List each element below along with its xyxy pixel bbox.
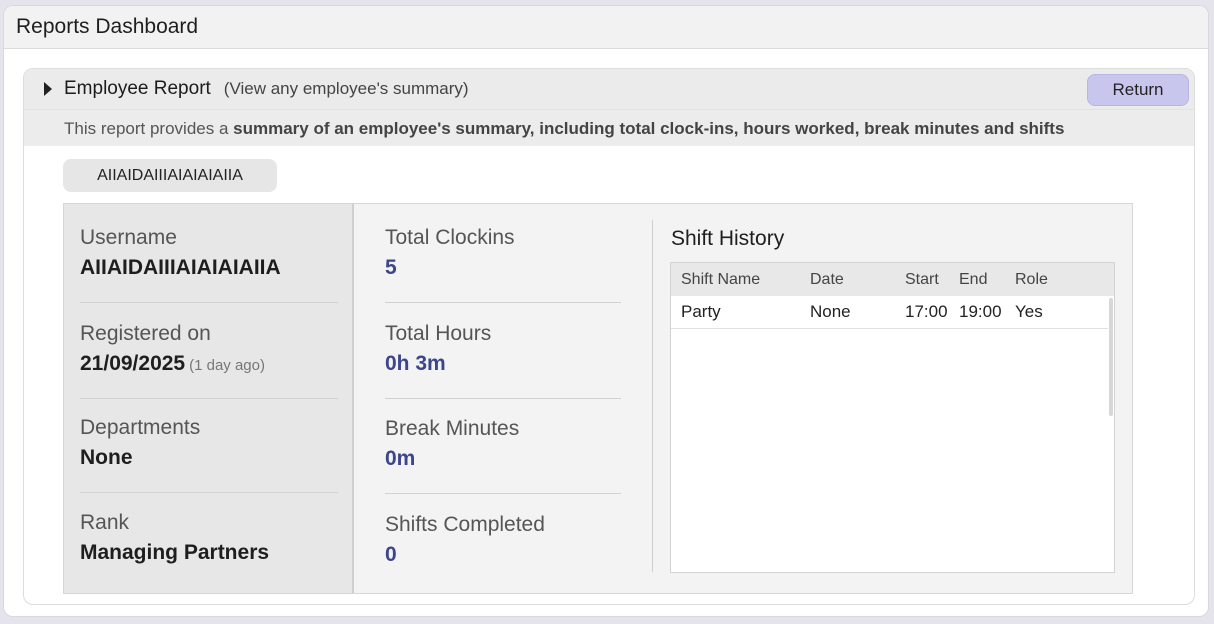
- cell-date: None: [810, 302, 851, 321]
- clockins-label: Total Clockins: [385, 226, 515, 249]
- description-bold: summary of an employee's summary, includ…: [233, 119, 1065, 138]
- clockins-value: 5: [385, 256, 397, 279]
- divider: [385, 493, 621, 494]
- cell-start: 17:00: [905, 302, 948, 321]
- clockins-field: Total Clockins 5: [385, 226, 621, 280]
- expand-triangle-icon[interactable]: [44, 82, 52, 96]
- divider: [80, 492, 338, 493]
- registered-field: Registered on 21/09/2025 (1 day ago): [80, 322, 338, 376]
- hours-field: Total Hours 0h 3m: [385, 322, 621, 376]
- shifts-field: Shifts Completed 0: [385, 513, 621, 567]
- window-header: Reports Dashboard: [4, 6, 1208, 49]
- departments-field: Departments None: [80, 416, 338, 470]
- break-field: Break Minutes 0m: [385, 417, 621, 471]
- divider: [385, 302, 621, 303]
- hours-label: Total Hours: [385, 322, 492, 345]
- rank-label: Rank: [80, 511, 130, 534]
- shifts-value: 0: [385, 543, 397, 566]
- column-divider: [652, 220, 653, 572]
- shifts-label: Shifts Completed: [385, 513, 545, 536]
- panel-subtitle: (View any employee's summary): [223, 79, 469, 98]
- divider: [385, 398, 621, 399]
- cell-end: 19:00: [959, 302, 1002, 321]
- rank-value: Managing Partners: [80, 541, 270, 564]
- shift-history-title: Shift History: [671, 227, 785, 250]
- column-header-role[interactable]: Role: [1015, 271, 1095, 289]
- column-header-end[interactable]: End: [959, 271, 1015, 289]
- registered-value: 21/09/2025 (1 day ago): [80, 352, 338, 376]
- departments-label: Departments: [80, 416, 201, 439]
- column-header-start[interactable]: Start: [905, 271, 959, 289]
- break-value: 0m: [385, 447, 416, 470]
- table-row[interactable]: Party None 17:00 19:00 Yes: [671, 296, 1108, 329]
- stats-column: Total Clockins 5 Total Hours 0h 3m Break…: [356, 204, 652, 593]
- rank-field: Rank Managing Partners: [80, 511, 338, 565]
- registered-ago: (1 day ago): [189, 357, 265, 374]
- panel-title: Employee Report: [64, 78, 211, 99]
- break-label: Break Minutes: [385, 417, 520, 440]
- registered-label: Registered on: [80, 322, 211, 345]
- employee-report-panel: Employee Report (View any employee's sum…: [23, 68, 1195, 605]
- reports-window: Reports Dashboard Employee Report (View …: [3, 5, 1209, 617]
- shift-history-table[interactable]: Shift Name Date Start End Role Party Non…: [670, 262, 1115, 573]
- divider: [80, 398, 338, 399]
- profile-column: Username AIIAIDAIIIAIAIAIAIIA Registered…: [64, 204, 354, 593]
- table-header-row: Shift Name Date Start End Role: [671, 263, 1114, 296]
- divider: [80, 302, 338, 303]
- cell-role: Yes: [1015, 302, 1043, 321]
- hours-value: 0h 3m: [385, 352, 446, 375]
- description-prefix: This report provides a: [64, 119, 234, 138]
- column-header-shift-name[interactable]: Shift Name: [671, 271, 810, 289]
- employee-report-header[interactable]: Employee Report (View any employee's sum…: [24, 69, 1194, 109]
- report-description: This report provides a summary of an emp…: [24, 109, 1194, 146]
- window-title: Reports Dashboard: [16, 15, 199, 38]
- username-field: Username AIIAIDAIIIAIAIAIAIIA: [80, 226, 338, 280]
- registered-date: 21/09/2025: [80, 352, 186, 375]
- employee-chip[interactable]: AIIAIDAIIIAIAIAIAIIA: [63, 159, 277, 192]
- employee-summary-card: Username AIIAIDAIIIAIAIAIAIIA Registered…: [63, 203, 1133, 594]
- departments-value: None: [80, 446, 133, 469]
- username-value: AIIAIDAIIIAIAIAIAIIA: [80, 256, 281, 279]
- return-button[interactable]: Return: [1087, 74, 1189, 106]
- username-label: Username: [80, 226, 177, 249]
- table-scrollbar[interactable]: [1109, 298, 1113, 416]
- column-header-date[interactable]: Date: [810, 271, 905, 289]
- cell-shift-name: Party: [681, 302, 721, 321]
